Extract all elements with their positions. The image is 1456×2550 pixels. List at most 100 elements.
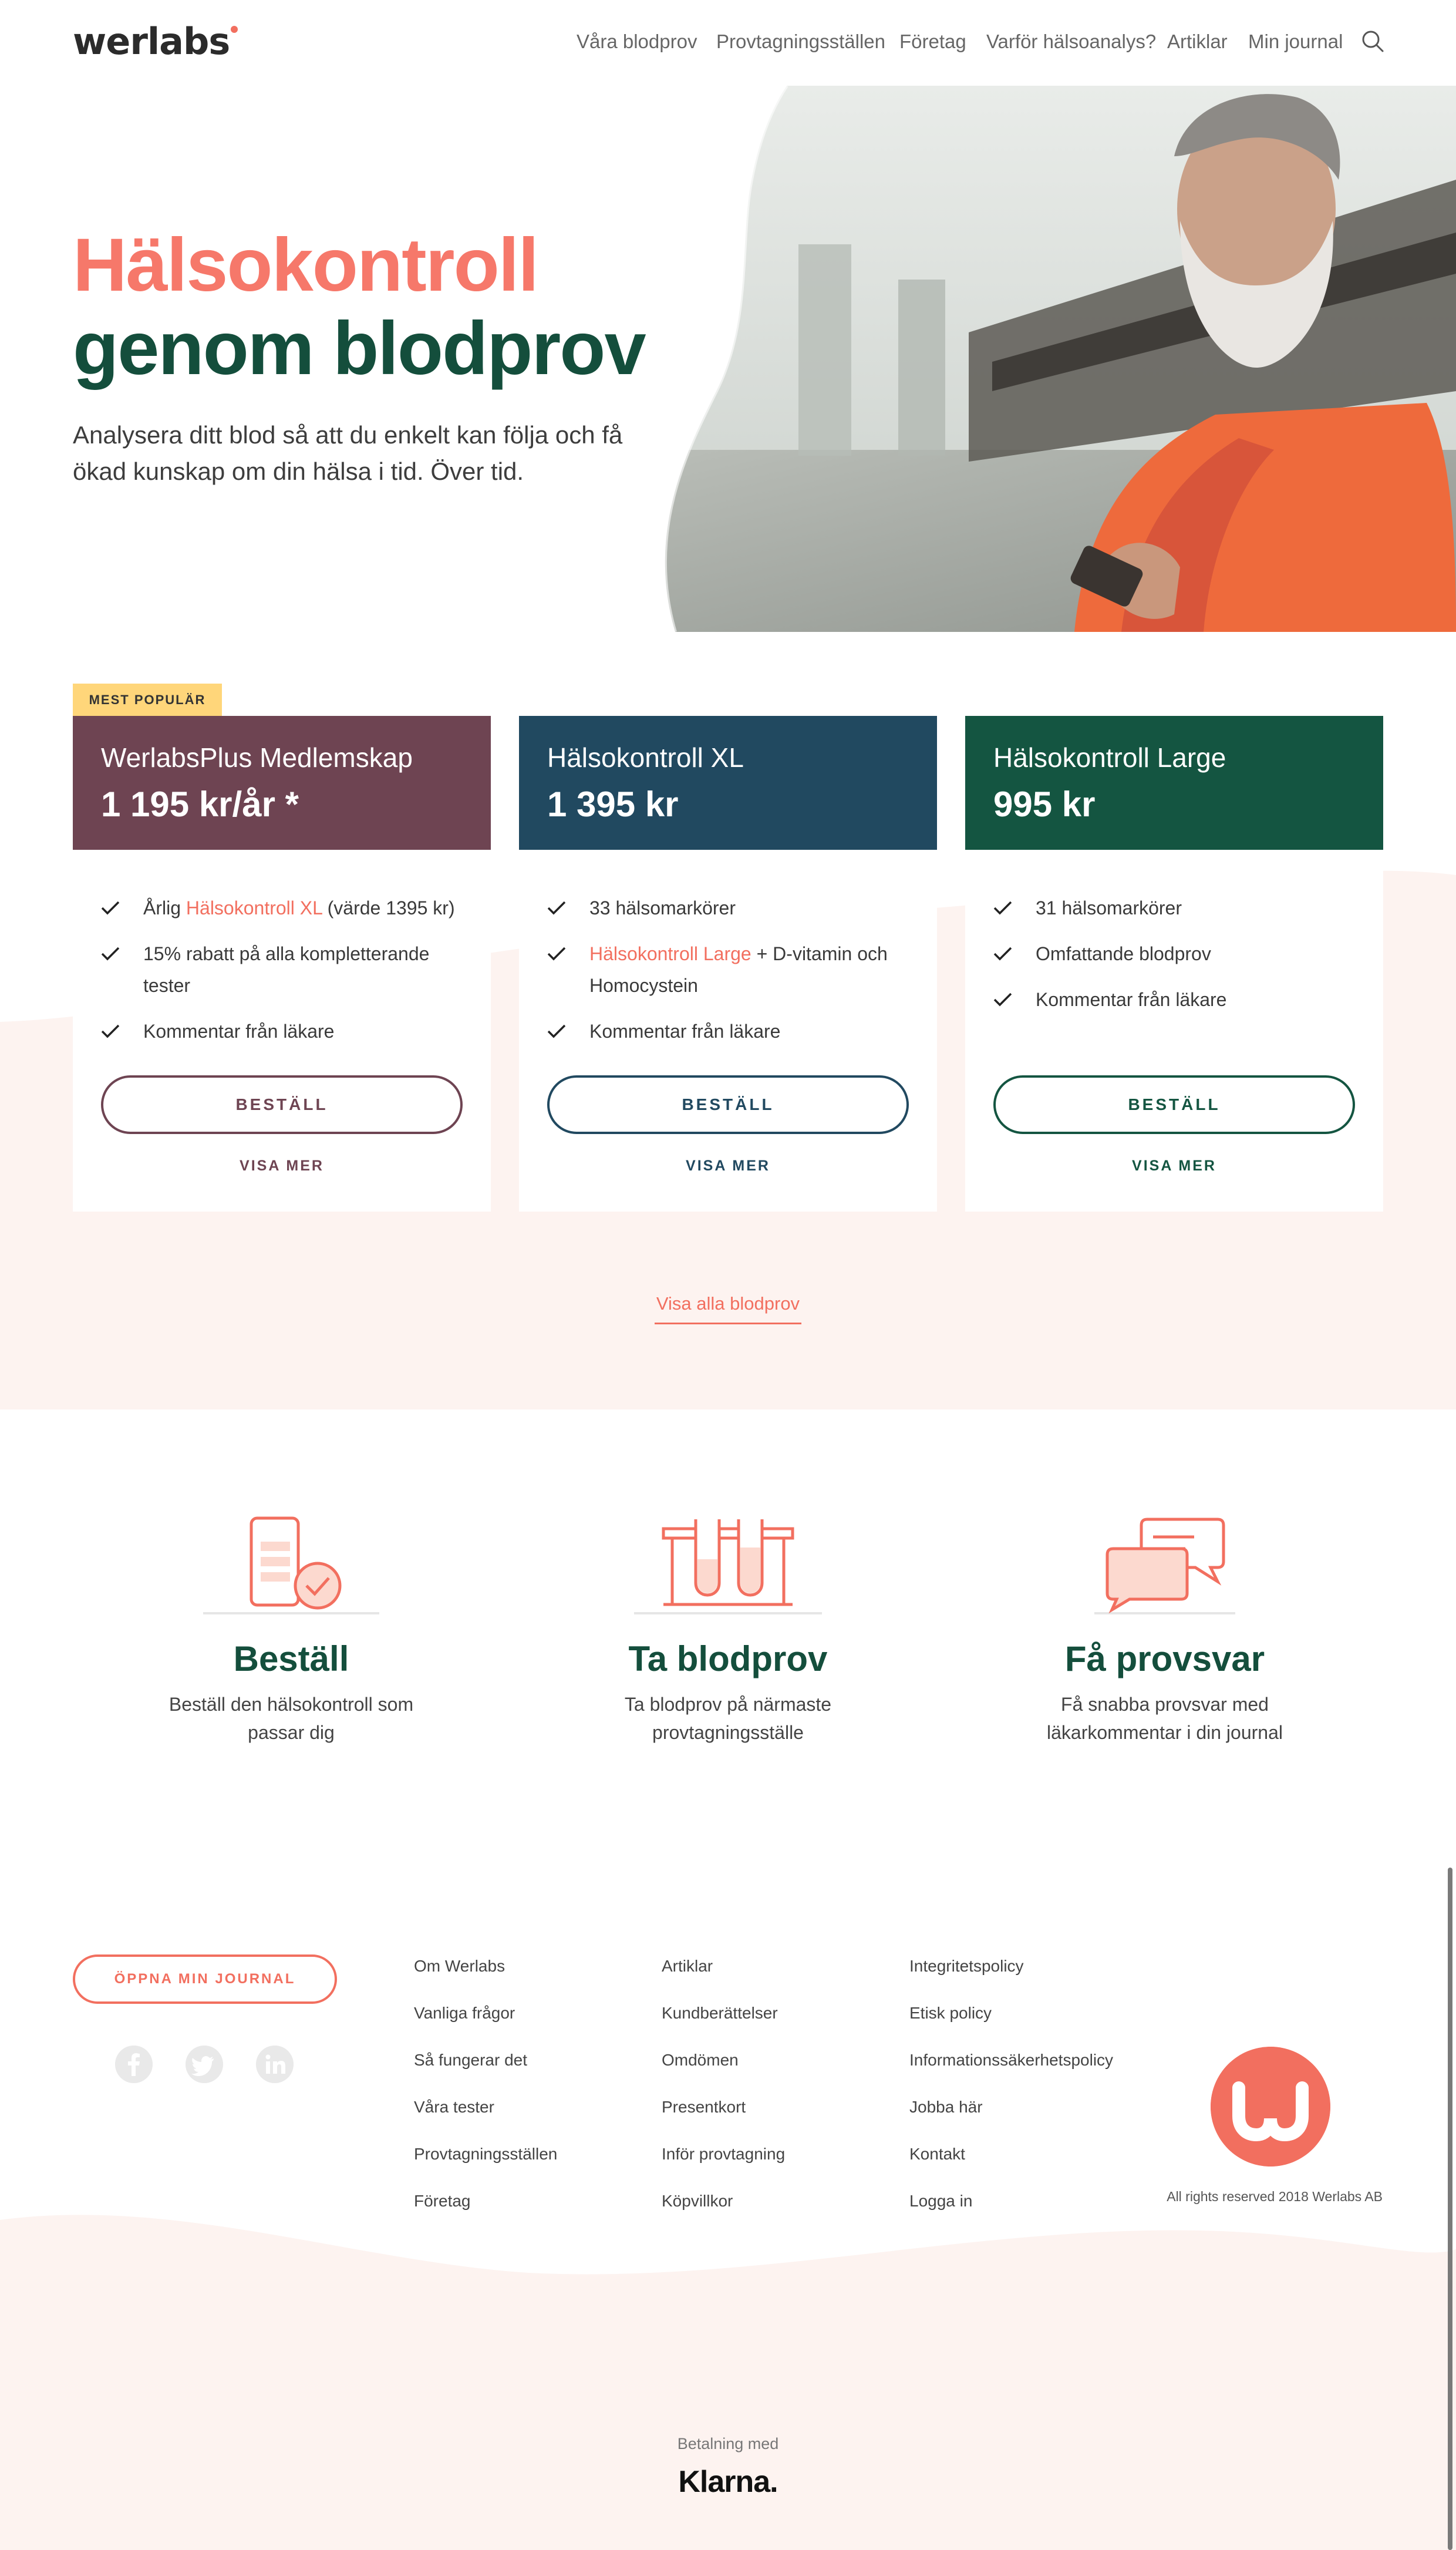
page: werlabs Våra blodprov Provtagningsställe… xyxy=(0,0,1456,2550)
check-icon xyxy=(993,947,1012,961)
phone-check-icon xyxy=(203,1516,379,1614)
nav-artiklar[interactable]: Artiklar xyxy=(1167,31,1228,53)
step-title-bestall: Beställ xyxy=(233,1639,349,1678)
hero-title-line2: genom blodprov xyxy=(73,307,646,391)
footer-link[interactable]: Logga in xyxy=(909,2189,1144,2236)
footer-link[interactable]: Kontakt xyxy=(909,2142,1144,2189)
feature-item: Kommentar från läkare xyxy=(101,1015,477,1047)
footer-column-1: Om Werlabs Vanliga frågor Så fungerar de… xyxy=(414,1954,649,2236)
footer-link[interactable]: Vanliga frågor xyxy=(414,2001,649,2048)
klarna-logo: Klarna. xyxy=(678,2465,778,2499)
werlabs-w-logo-icon xyxy=(1211,2047,1330,2167)
copyright-text: All rights reserved 2018 Werlabs AB xyxy=(1167,2189,1383,2204)
open-journal-button[interactable]: ÖPPNA MIN JOURNAL xyxy=(73,1954,337,2004)
footer-link[interactable]: Våra tester xyxy=(414,2095,649,2142)
footer-link[interactable]: Provtagningsställen xyxy=(414,2142,649,2189)
nav-provtagningsstallen[interactable]: Provtagningsställen xyxy=(716,31,885,53)
feature-item: 33 hälsomarkörer xyxy=(547,892,923,924)
feature-text: 15% rabatt på alla kompletterande tester xyxy=(143,943,430,996)
check-icon xyxy=(993,901,1012,915)
facebook-icon[interactable] xyxy=(115,2046,153,2083)
card-price: 1 395 kr xyxy=(547,785,679,824)
linkedin-icon[interactable] xyxy=(256,2046,294,2083)
step-desc-ta-blodprov: Ta blodprov på närmaste provtagningsstäl… xyxy=(624,1694,832,1743)
feature-text: 33 hälsomarkörer xyxy=(589,897,736,919)
most-popular-badge: MEST POPULÄR xyxy=(73,684,222,716)
footer-link[interactable]: Omdömen xyxy=(662,2048,896,2095)
check-icon xyxy=(101,947,120,961)
footer-column-2: Artiklar Kundberättelser Omdömen Present… xyxy=(662,1954,896,2236)
hero-title-line1: Hälsokontroll xyxy=(73,223,539,307)
footer-link[interactable]: Informationssäkerhetspolicy xyxy=(909,2048,1144,2095)
twitter-icon[interactable] xyxy=(186,2046,223,2083)
check-icon xyxy=(547,1024,566,1038)
footer-link[interactable]: Kundberättelser xyxy=(662,2001,896,2048)
card-price: 1 195 kr/år * xyxy=(101,785,299,824)
site-header: werlabs Våra blodprov Provtagningsställe… xyxy=(0,0,1456,86)
feature-text: 31 hälsomarkörer xyxy=(1036,897,1182,919)
feature-text: Kommentar från läkare xyxy=(143,1021,335,1042)
nav-vara-blodprov[interactable]: Våra blodprov xyxy=(577,31,697,53)
feature-link-halsokontroll-xl[interactable]: Hälsokontroll XL xyxy=(186,897,322,919)
feature-text: Årlig xyxy=(143,897,186,919)
hero-photo-runner xyxy=(663,86,1456,632)
footer-link[interactable]: Artiklar xyxy=(662,1954,896,2001)
show-more-link[interactable]: VISA MER xyxy=(965,1158,1383,1175)
feature-link-halsokontroll-large[interactable]: Hälsokontroll Large xyxy=(589,943,751,964)
scrollbar-thumb[interactable] xyxy=(1448,1868,1452,2550)
footer-link[interactable]: Inför provtagning xyxy=(662,2142,896,2189)
werlabs-logo[interactable]: werlabs xyxy=(73,20,238,63)
step-title-fa-provsvar: Få provsvar xyxy=(1064,1639,1265,1678)
check-icon xyxy=(101,1024,120,1038)
card-header: WerlabsPlus Medlemskap 1 195 kr/år * xyxy=(73,716,491,850)
payment-label: Betalning med xyxy=(677,2435,779,2453)
pricing-card-werlabsplus: WerlabsPlus Medlemskap 1 195 kr/år * Årl… xyxy=(73,716,491,1212)
feature-item: 31 hälsomarkörer xyxy=(993,892,1369,924)
check-icon xyxy=(101,901,120,915)
step-desc-bestall: Beställ den hälsokontroll som passar dig xyxy=(168,1694,414,1743)
show-more-link[interactable]: VISA MER xyxy=(519,1158,937,1175)
footer-link[interactable]: Företag xyxy=(414,2189,649,2236)
footer-link[interactable]: Presentkort xyxy=(662,2095,896,2142)
test-tubes-icon xyxy=(634,1519,822,1614)
step-desc-fa-provsvar: Få snabba provsvar med läkarkommentar i … xyxy=(1047,1694,1283,1743)
show-more-link[interactable]: VISA MER xyxy=(73,1158,491,1175)
footer-column-3: Integritetspolicy Etisk policy Informati… xyxy=(909,1954,1144,2236)
footer-link[interactable]: Så fungerar det xyxy=(414,2048,649,2095)
card-price: 995 kr xyxy=(993,785,1096,824)
nav-varfor-halsoanalys[interactable]: Varför hälsoanalys? xyxy=(986,31,1156,53)
feature-item: Hälsokontroll Large + D-vitamin och Homo… xyxy=(547,938,923,1001)
feature-text: (värde 1395 kr) xyxy=(322,897,455,919)
show-all-bloodtests-link[interactable]: Visa alla blodprov xyxy=(655,1293,801,1324)
hero-subtitle: Analysera ditt blod så att du enkelt kan… xyxy=(73,421,623,485)
logo-dot xyxy=(231,26,238,33)
feature-item: 15% rabatt på alla kompletterande tester xyxy=(101,938,477,1001)
feature-text: Kommentar från läkare xyxy=(1036,989,1227,1010)
feature-item: Kommentar från läkare xyxy=(547,1015,923,1047)
footer-link[interactable]: Om Werlabs xyxy=(414,1954,649,2001)
card-title: Hälsokontroll XL xyxy=(547,742,744,773)
feature-item: Årlig Hälsokontroll XL (värde 1395 kr) xyxy=(101,892,477,924)
feature-text: Kommentar från läkare xyxy=(589,1021,781,1042)
footer-link[interactable]: Köpvillkor xyxy=(662,2189,896,2236)
step-title-ta-blodprov: Ta blodprov xyxy=(628,1639,828,1678)
check-icon xyxy=(547,901,566,915)
order-button[interactable]: BESTÄLL xyxy=(993,1075,1355,1134)
footer-link[interactable]: Jobba här xyxy=(909,2095,1144,2142)
footer-link[interactable]: Integritetspolicy xyxy=(909,1954,1144,2001)
order-button[interactable]: BESTÄLL xyxy=(547,1075,909,1134)
check-icon xyxy=(993,993,1012,1007)
order-button[interactable]: BESTÄLL xyxy=(101,1075,463,1134)
check-icon xyxy=(547,947,566,961)
card-header: Hälsokontroll XL 1 395 kr xyxy=(519,716,937,850)
logo-text: werlabs xyxy=(73,20,230,63)
feature-item: Omfattande blodprov xyxy=(993,938,1369,970)
card-title: WerlabsPlus Medlemskap xyxy=(101,742,413,773)
chat-bubbles-icon xyxy=(1094,1518,1235,1614)
search-icon[interactable] xyxy=(1361,29,1384,53)
nav-min-journal[interactable]: Min journal xyxy=(1248,31,1343,53)
footer-link[interactable]: Etisk policy xyxy=(909,2001,1144,2048)
feature-item: Kommentar från läkare xyxy=(993,984,1369,1015)
nav-foretag[interactable]: Företag xyxy=(899,31,966,53)
pricing-card-halsokontroll-large: Hälsokontroll Large 995 kr 31 hälsomarkö… xyxy=(965,716,1383,1212)
